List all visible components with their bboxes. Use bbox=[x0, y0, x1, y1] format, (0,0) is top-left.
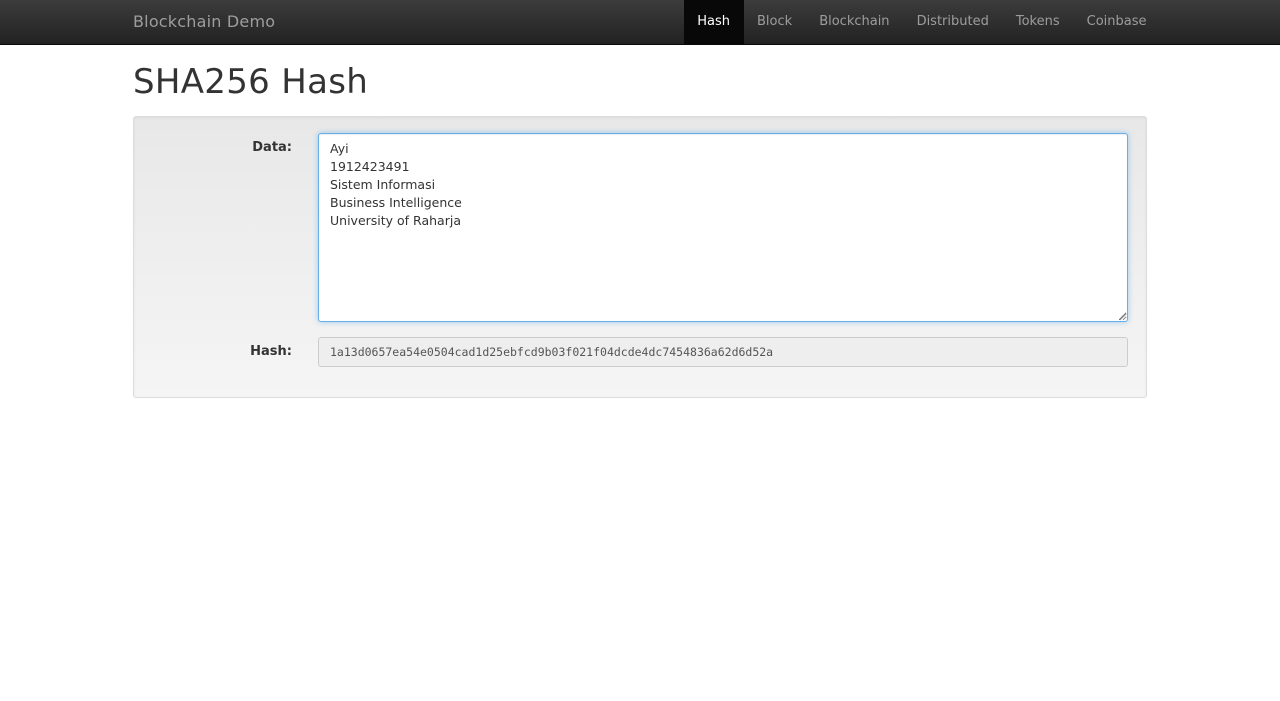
top-navbar: Blockchain Demo Hash Block Blockchain Di… bbox=[0, 0, 1280, 45]
page-title: SHA256 Hash bbox=[133, 62, 369, 102]
data-textarea[interactable]: Ayi 1912423491 Sistem Informasi Business… bbox=[318, 133, 1128, 322]
brand-link[interactable]: Blockchain Demo bbox=[133, 0, 275, 44]
nav-menu: Hash Block Blockchain Distributed Tokens… bbox=[683, 0, 1160, 44]
nav-item-coinbase[interactable]: Coinbase bbox=[1073, 0, 1160, 44]
resize-grip-icon[interactable] bbox=[1119, 313, 1127, 321]
hash-form-panel: Data: Ayi 1912423491 Sistem Informasi Bu… bbox=[133, 116, 1147, 398]
nav-item-distributed[interactable]: Distributed bbox=[903, 0, 1002, 44]
nav-item-tokens[interactable]: Tokens bbox=[1002, 0, 1073, 44]
data-label: Data: bbox=[252, 140, 292, 155]
nav-item-hash[interactable]: Hash bbox=[683, 0, 744, 44]
nav-item-blockchain[interactable]: Blockchain bbox=[806, 0, 903, 44]
hash-output-field[interactable]: 1a13d0657ea54e0504cad1d25ebfcd9b03f021f0… bbox=[318, 337, 1128, 367]
hash-label: Hash: bbox=[250, 344, 292, 359]
nav-item-block[interactable]: Block bbox=[744, 0, 806, 44]
